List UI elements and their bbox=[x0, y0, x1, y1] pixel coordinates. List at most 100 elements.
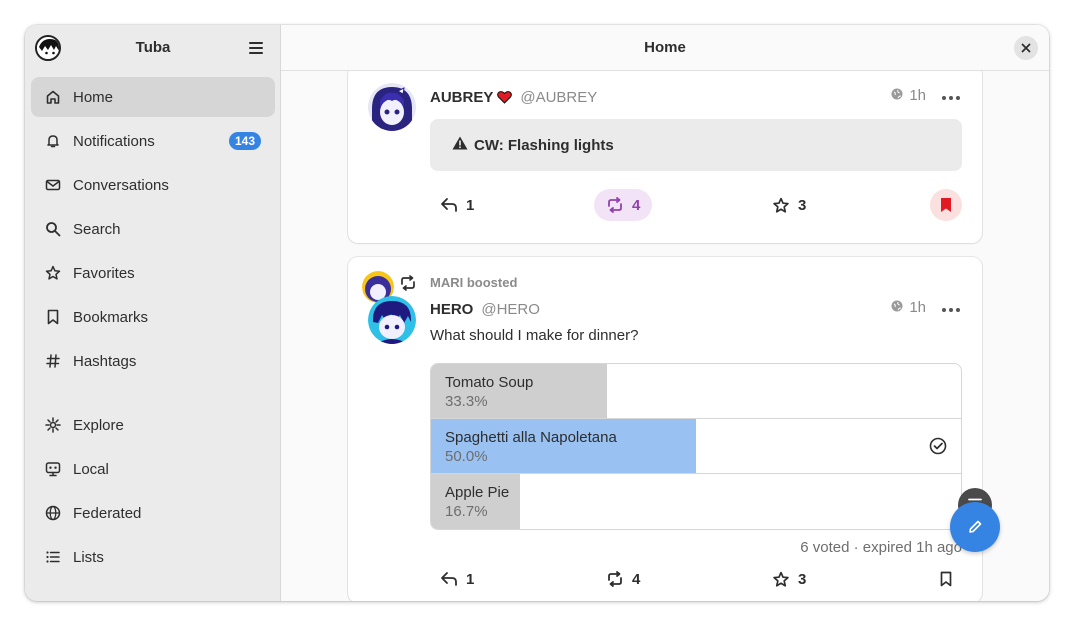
sidebar-item-home[interactable]: Home bbox=[31, 77, 275, 117]
hashtag-icon bbox=[45, 353, 61, 369]
mail-icon bbox=[45, 177, 61, 193]
star-icon bbox=[773, 571, 789, 587]
hamburger-menu-icon[interactable] bbox=[249, 41, 265, 55]
pencil-icon bbox=[969, 520, 982, 533]
home-icon bbox=[45, 89, 61, 105]
reply-button[interactable]: 1 bbox=[440, 189, 474, 221]
boost-button[interactable]: 4 bbox=[594, 189, 653, 221]
star-icon bbox=[773, 197, 789, 213]
avatar[interactable] bbox=[368, 83, 416, 131]
sidebar-header: Tuba bbox=[25, 25, 280, 71]
sidebar-nav: Home Notifications 143 Conversations Sea… bbox=[31, 77, 275, 581]
close-button[interactable] bbox=[1014, 36, 1038, 60]
poll-option-percent: 16.7% bbox=[445, 503, 488, 520]
notification-count-badge: 143 bbox=[228, 132, 261, 150]
boost-icon bbox=[608, 197, 622, 213]
warning-icon bbox=[452, 136, 468, 154]
favorite-button[interactable]: 3 bbox=[772, 563, 806, 595]
bookmark-button[interactable] bbox=[930, 189, 962, 221]
post-actions: 1 4 3 bbox=[430, 189, 962, 221]
boost-button[interactable]: 4 bbox=[606, 563, 640, 595]
sidebar-item-conversations[interactable]: Conversations bbox=[31, 165, 275, 205]
public-visibility-icon bbox=[891, 87, 903, 104]
sidebar: Tuba Home Notifications 143 Conversation… bbox=[25, 25, 281, 601]
post-author[interactable]: AUBREY @AUBREY bbox=[430, 87, 597, 107]
sidebar-item-lists[interactable]: Lists bbox=[31, 537, 275, 577]
main-header: Home bbox=[281, 25, 1049, 71]
sidebar-item-label: Notifications bbox=[73, 132, 155, 150]
bookmark-icon bbox=[45, 309, 61, 325]
poll-option-title: Spaghetti alla Napoletana bbox=[445, 429, 617, 446]
sidebar-item-notifications[interactable]: Notifications 143 bbox=[31, 121, 275, 161]
post-meta: 1h bbox=[891, 299, 960, 316]
main-content: Home AUBREY @AUBREY 1h CW: Flashing ligh… bbox=[281, 25, 1049, 601]
display-name: HERO bbox=[430, 300, 474, 318]
sidebar-item-search[interactable]: Search bbox=[31, 209, 275, 249]
post-actions: 1 4 3 bbox=[430, 563, 962, 595]
sidebar-item-label: Favorites bbox=[73, 264, 135, 282]
sidebar-item-bookmarks[interactable]: Bookmarks bbox=[31, 297, 275, 337]
poll: Tomato Soup 33.3% Spaghetti alla Napolet… bbox=[430, 363, 962, 530]
sidebar-item-label: Lists bbox=[73, 548, 104, 566]
voted-check-icon bbox=[929, 437, 947, 460]
reply-count: 1 bbox=[466, 570, 475, 588]
avatar[interactable] bbox=[368, 296, 416, 344]
sidebar-item-federated[interactable]: Federated bbox=[31, 493, 275, 533]
close-icon bbox=[1021, 43, 1031, 53]
globe-icon bbox=[45, 505, 61, 521]
favorite-button[interactable]: 3 bbox=[772, 189, 806, 221]
sidebar-item-local[interactable]: Local bbox=[31, 449, 275, 489]
boosted-by-label[interactable]: MARI boosted bbox=[430, 275, 517, 290]
post-time: 1h bbox=[909, 87, 926, 104]
sidebar-item-label: Search bbox=[73, 220, 121, 238]
reply-icon bbox=[441, 572, 457, 586]
display-name: AUBREY bbox=[430, 88, 494, 106]
poll-option-selected[interactable]: Spaghetti alla Napoletana 50.0% bbox=[431, 419, 961, 474]
poll-option-title: Apple Pie bbox=[445, 484, 510, 501]
post-author[interactable]: HERO @HERO bbox=[430, 299, 540, 319]
content-warning-text: CW: Flashing lights bbox=[474, 136, 614, 154]
poll-option-title: Tomato Soup bbox=[445, 374, 534, 391]
user-handle: @AUBREY bbox=[520, 88, 598, 106]
boost-count: 4 bbox=[632, 196, 641, 214]
sidebar-item-label: Hashtags bbox=[73, 352, 137, 370]
post-content: What should I make for dinner? bbox=[430, 327, 639, 344]
sidebar-item-hashtags[interactable]: Hashtags bbox=[31, 341, 275, 381]
page-title: Home bbox=[644, 39, 686, 56]
sidebar-item-favorites[interactable]: Favorites bbox=[31, 253, 275, 293]
star-icon bbox=[45, 265, 61, 281]
boost-icon bbox=[608, 571, 622, 587]
poll-info: 6 voted · expired 1h ago bbox=[800, 539, 962, 556]
sidebar-item-label: Federated bbox=[73, 504, 142, 522]
post-card: AUBREY @AUBREY 1h CW: Flashing lights 1 … bbox=[348, 71, 982, 243]
bookmark-button[interactable] bbox=[930, 563, 962, 595]
favorite-count: 3 bbox=[798, 196, 807, 214]
local-icon bbox=[45, 461, 61, 477]
post-meta: 1h bbox=[891, 87, 960, 104]
post-card: MARI boosted HERO @HERO 1h What should I… bbox=[348, 257, 982, 601]
reply-button[interactable]: 1 bbox=[440, 563, 474, 595]
poll-option-percent: 50.0% bbox=[445, 448, 488, 465]
timeline-feed[interactable]: AUBREY @AUBREY 1h CW: Flashing lights 1 … bbox=[281, 71, 1049, 601]
sidebar-item-label: Home bbox=[73, 88, 114, 106]
sidebar-item-label: Explore bbox=[73, 416, 124, 434]
app-window: Tuba Home Notifications 143 Conversation… bbox=[25, 25, 1049, 601]
poll-option[interactable]: Tomato Soup 33.3% bbox=[431, 364, 961, 419]
boost-count: 4 bbox=[632, 570, 641, 588]
public-visibility-icon bbox=[891, 299, 903, 316]
poll-option[interactable]: Apple Pie 16.7% bbox=[431, 474, 961, 529]
explore-icon bbox=[45, 417, 61, 433]
more-options-icon[interactable] bbox=[942, 87, 960, 104]
heart-icon bbox=[497, 90, 513, 104]
sidebar-item-label: Bookmarks bbox=[73, 308, 149, 326]
reply-icon bbox=[441, 198, 457, 212]
sidebar-item-explore[interactable]: Explore bbox=[31, 405, 275, 445]
content-warning-button[interactable]: CW: Flashing lights bbox=[430, 119, 962, 171]
compose-button[interactable] bbox=[950, 502, 1000, 552]
user-handle: @HERO bbox=[481, 300, 540, 318]
bookmark-icon bbox=[940, 571, 952, 587]
reply-count: 1 bbox=[466, 196, 475, 214]
more-options-icon[interactable] bbox=[942, 299, 960, 316]
post-time: 1h bbox=[909, 299, 926, 316]
